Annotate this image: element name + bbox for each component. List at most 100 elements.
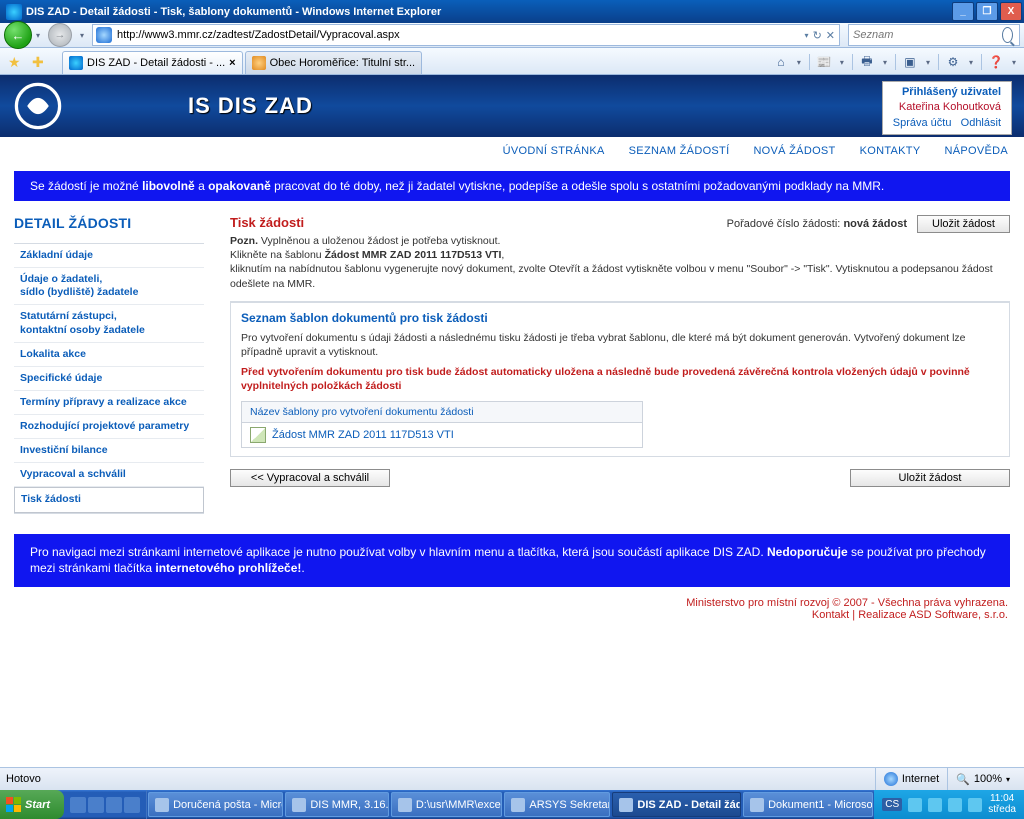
refresh-button[interactable]: ↻ bbox=[813, 29, 822, 42]
tray-icon[interactable] bbox=[968, 798, 982, 812]
sidebar-item-invest[interactable]: Investiční bilance bbox=[14, 439, 204, 463]
print-dd[interactable]: ▾ bbox=[879, 58, 891, 67]
zoom-dropdown[interactable]: ▾ bbox=[1006, 775, 1010, 784]
feeds-icon[interactable]: 📰 bbox=[814, 53, 834, 71]
action-buttons-row: << Vypracoval a schválil Uložit žádost bbox=[230, 469, 1010, 487]
sidebar-item-print[interactable]: Tisk žádosti bbox=[14, 487, 204, 512]
sidebar-item-specific[interactable]: Specifické údaje bbox=[14, 367, 204, 391]
windows-logo-icon bbox=[6, 797, 21, 812]
fwd-history-dropdown[interactable]: ▾ bbox=[76, 31, 88, 40]
nav-back-button[interactable]: ← bbox=[4, 21, 32, 49]
feeds-dd[interactable]: ▾ bbox=[836, 58, 848, 67]
add-favorites-icon[interactable]: ✚ bbox=[32, 54, 48, 70]
help-icon[interactable]: ❓ bbox=[986, 53, 1006, 71]
section-note: Pro vytvoření dokumentu s údaji žádosti … bbox=[241, 331, 999, 359]
user-name: Kateřina Kohoutková bbox=[893, 100, 1001, 115]
nav-home[interactable]: ÚVODNÍ STRÁNKA bbox=[503, 145, 605, 157]
sidebar-item-basic[interactable]: Základní údaje bbox=[14, 244, 204, 268]
info-text: opakovaně bbox=[208, 179, 271, 193]
search-box[interactable] bbox=[848, 24, 1020, 46]
logged-in-label: Přihlášený uživatel bbox=[893, 85, 1001, 100]
tab-favicon bbox=[252, 56, 266, 70]
ql-desktop-icon[interactable] bbox=[88, 797, 104, 813]
footer-contact-link[interactable]: Kontakt bbox=[812, 609, 849, 621]
tray-icon[interactable] bbox=[908, 798, 922, 812]
back-history-dropdown[interactable]: ▾ bbox=[32, 31, 44, 40]
taskbar-app-word[interactable]: Dokument1 - Microsoft ... bbox=[743, 792, 873, 817]
sidebar-item-prepared[interactable]: Vypracoval a schválil bbox=[14, 463, 204, 487]
security-zone[interactable]: Internet bbox=[875, 768, 947, 790]
home-icon[interactable]: ⌂ bbox=[771, 53, 791, 71]
page-dd[interactable]: ▾ bbox=[922, 58, 934, 67]
sidebar-item-params[interactable]: Rozhodující projektové parametry bbox=[14, 415, 204, 439]
nav-contacts[interactable]: KONTAKTY bbox=[860, 145, 921, 157]
zoom-control[interactable]: 🔍 100% ▾ bbox=[947, 768, 1018, 790]
tools-icon[interactable]: ⚙ bbox=[943, 53, 963, 71]
search-input[interactable] bbox=[849, 29, 1000, 41]
ql-outlook-icon[interactable] bbox=[106, 797, 122, 813]
info-bar-top: Se žádostí je možné libovolně a opakovan… bbox=[14, 171, 1010, 201]
template-table: Název šablony pro vytvoření dokumentu žá… bbox=[241, 401, 643, 448]
address-bar[interactable]: ▾ ↻ ✕ bbox=[92, 24, 840, 46]
template-link[interactable]: Žádost MMR ZAD 2011 117D513 VTI bbox=[272, 429, 454, 441]
browser-tab-inactive[interactable]: Obec Horoměřice: Titulní str... bbox=[245, 51, 423, 74]
save-button-top[interactable]: Uložit žádost bbox=[917, 215, 1010, 233]
template-table-header: Název šablony pro vytvoření dokumentu žá… bbox=[242, 402, 642, 423]
footer-vendor-link[interactable]: Realizace ASD Software, s.r.o. bbox=[858, 609, 1008, 621]
favorites-star-icon[interactable]: ★ bbox=[8, 54, 24, 70]
start-label: Start bbox=[25, 799, 50, 811]
templates-section: Seznam šablon dokumentů pro tisk žádosti… bbox=[230, 301, 1010, 458]
zoom-icon: 🔍 bbox=[956, 773, 970, 786]
ql-excel-icon[interactable] bbox=[124, 797, 140, 813]
nav-help[interactable]: NÁPOVĚDA bbox=[944, 145, 1008, 157]
taskbar-app-arsys[interactable]: ARSYS Sekretariát bbox=[504, 792, 610, 817]
main-nav: ÚVODNÍ STRÁNKA SEZNAM ŽÁDOSTÍ NOVÁ ŽÁDOS… bbox=[0, 137, 1024, 171]
home-dd[interactable]: ▾ bbox=[793, 58, 805, 67]
taskbar-app-ie-active[interactable]: DIS ZAD - Detail žádo... bbox=[612, 792, 741, 817]
start-button[interactable]: Start bbox=[0, 790, 64, 819]
taskbar-app-explorer[interactable]: D:\usr\MMR\excel\TI bbox=[391, 792, 503, 817]
stop-button[interactable]: ✕ bbox=[826, 29, 835, 42]
tray-icon[interactable] bbox=[928, 798, 942, 812]
minimize-button[interactable]: _ bbox=[952, 2, 974, 21]
nav-new[interactable]: NOVÁ ŽÁDOST bbox=[753, 145, 835, 157]
help-dd[interactable]: ▾ bbox=[1008, 58, 1020, 67]
save-button-bottom[interactable]: Uložit žádost bbox=[850, 469, 1010, 487]
sidebar-item-locality[interactable]: Lokalita akce bbox=[14, 343, 204, 367]
taskbar-app-dismmr[interactable]: DIS MMR, 3.16.02 bbox=[285, 792, 389, 817]
ql-ie-icon[interactable] bbox=[70, 797, 86, 813]
tray-icon[interactable] bbox=[948, 798, 962, 812]
site-icon bbox=[96, 27, 112, 43]
tab-close-icon[interactable]: × bbox=[229, 57, 235, 69]
sidebar-item-representatives[interactable]: Statutární zástupci, kontaktní osoby žad… bbox=[14, 305, 204, 342]
page-icon[interactable]: ▣ bbox=[900, 53, 920, 71]
prev-step-button[interactable]: << Vypracoval a schválil bbox=[230, 469, 390, 487]
taskbar-app-outlook[interactable]: Doručená pošta - Micros... bbox=[148, 792, 283, 817]
main-content: Tisk žádosti Pořadové číslo žádosti: nov… bbox=[204, 215, 1010, 514]
tools-dd[interactable]: ▾ bbox=[965, 58, 977, 67]
ie-status-bar: Hotovo Internet 🔍 100% ▾ bbox=[0, 767, 1024, 790]
account-link[interactable]: Správa účtu bbox=[893, 117, 952, 129]
sidebar-item-applicant[interactable]: Údaje o žadateli, sídlo (bydliště) žadat… bbox=[14, 268, 204, 305]
globe-icon bbox=[884, 772, 898, 786]
app-title: IS DIS ZAD bbox=[188, 93, 313, 119]
zoom-value: 100% bbox=[974, 773, 1002, 785]
language-indicator[interactable]: CS bbox=[882, 798, 902, 811]
browser-tab-active[interactable]: DIS ZAD - Detail žádosti - ... × bbox=[62, 51, 243, 74]
url-input[interactable] bbox=[115, 25, 801, 45]
ie-icon bbox=[6, 4, 22, 20]
nav-forward-button[interactable]: → bbox=[48, 23, 72, 47]
sidebar-item-schedule[interactable]: Termíny přípravy a realizace akce bbox=[14, 391, 204, 415]
url-dropdown[interactable]: ▾ bbox=[805, 31, 809, 40]
template-row[interactable]: Žádost MMR ZAD 2011 117D513 VTI bbox=[242, 423, 642, 447]
tab-title: DIS ZAD - Detail žádosti - ... bbox=[87, 57, 225, 69]
nav-list[interactable]: SEZNAM ŽÁDOSTÍ bbox=[629, 145, 730, 157]
search-icon[interactable] bbox=[1002, 27, 1013, 43]
zone-label: Internet bbox=[902, 773, 939, 785]
close-window-button[interactable]: X bbox=[1000, 2, 1022, 21]
logout-link[interactable]: Odhlásit bbox=[961, 117, 1001, 129]
maximize-button[interactable]: ❐ bbox=[976, 2, 998, 21]
clock[interactable]: 11:04 středa bbox=[988, 794, 1016, 815]
print-icon[interactable]: 🖶 bbox=[857, 53, 877, 71]
app-icon bbox=[750, 798, 764, 812]
